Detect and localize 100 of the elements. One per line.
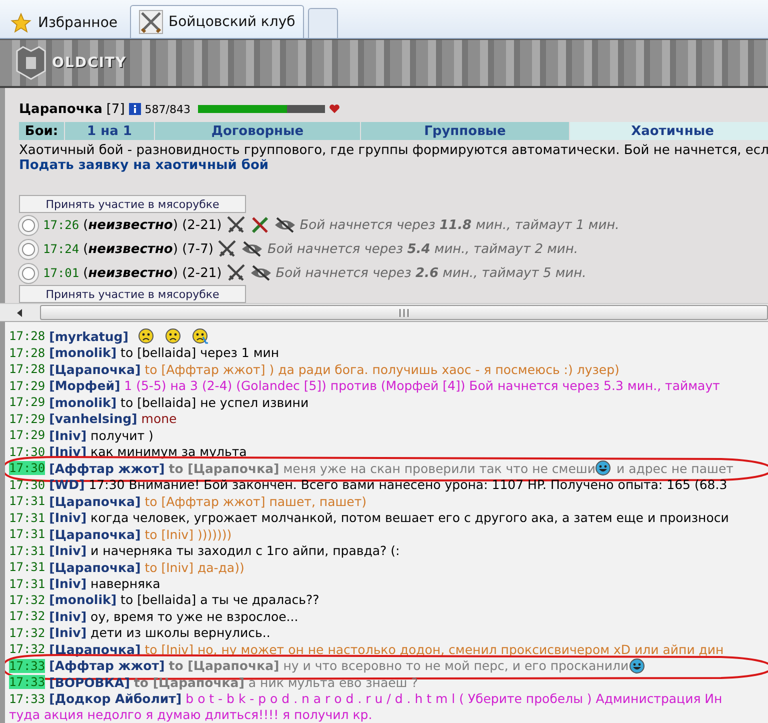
message-text: и начерняка ты заходил с 1го айпи, правда? (: [90, 543, 400, 558]
message-time: 17:32 [9, 609, 46, 624]
message-time: 17:30 [9, 461, 46, 476]
battle-participants: (неизвестно) (7-7) [83, 242, 214, 256]
message-text: да-да)) [197, 560, 244, 575]
nickname[interactable]: [Царапочка] [49, 494, 141, 509]
nickname[interactable]: [Iniv] [49, 428, 87, 443]
message-time: 17:32 [9, 642, 46, 656]
message-text: дети из школы вернулись.. [90, 625, 270, 640]
nickname[interactable]: [monolik] [49, 592, 117, 608]
message-time: 17:30 [9, 444, 46, 459]
nickname[interactable]: [Царапочка] [49, 526, 141, 542]
message-text: получит ) [90, 428, 154, 443]
nickname[interactable]: [Додкор Айболит] [49, 691, 182, 706]
info-icon[interactable] [128, 103, 141, 115]
message-text: to [bellaida] через 1 мин [120, 345, 280, 360]
message-text: туда акция недолго я думаю длиться!!!! я получил кр. [9, 707, 374, 723]
join-button[interactable]: Принять участие в мясорубке [19, 195, 246, 213]
message-text: как минимум за мульта [90, 444, 247, 460]
nickname[interactable]: [monolik] [49, 345, 117, 360]
fights-label: Бои: [19, 122, 65, 140]
message-time: 17:31 [9, 560, 46, 574]
nickname[interactable]: [WD] [49, 477, 85, 492]
horizontal-scrollbar[interactable] [0, 303, 768, 322]
battle-status: Бой начнется через 5.4 мин., таймаут 2 мин. [267, 242, 578, 256]
message-text: меня уже на скан проверили так что не смеши [283, 460, 596, 476]
message-text: 17:30 Внимание! Бой закончен. Всего вами нанесено урона: 1107 HP. Получено опыта: 165 (68.3 [88, 477, 728, 492]
nickname[interactable]: [Морфей] [49, 378, 120, 394]
nickname[interactable]: [Аффтар жжот] [49, 460, 165, 476]
message-time: 17:31 [9, 544, 46, 558]
apply-link[interactable]: Подать заявку на хаотичный бой [19, 158, 269, 173]
message-time: 17:33 [9, 658, 46, 673]
message-time: 17:32 [9, 592, 46, 607]
laughing-face-icon [628, 658, 646, 674]
message-time: 17:31 [9, 494, 46, 508]
fight-tab[interactable]: Хаотичные [570, 122, 768, 140]
nickname[interactable]: [monolik] [49, 394, 117, 410]
message-time: 17:29 [9, 378, 46, 393]
nickname[interactable]: [Царапочка] [49, 642, 141, 657]
battle-time: 17:26 [43, 218, 80, 232]
crossed-swords-icon [217, 239, 238, 259]
nickname[interactable]: [Царапочка] [49, 362, 141, 377]
battle-time: 17:24 [43, 242, 80, 256]
nickname[interactable]: [Царапочка] [49, 560, 141, 575]
message-text: 1 (5-5) на 3 (2-4) (Golandec [5]) против (Морфей [4]) Бой начнется через 5.3 мин., таймаут [124, 378, 720, 394]
browser-tab[interactable]: Бойцовский клуб [130, 5, 304, 38]
message-time: 17:33 [9, 675, 46, 690]
star-icon [10, 12, 32, 34]
masked-eye-icon [274, 215, 296, 235]
battle-time: 17:01 [43, 266, 80, 280]
message-text: а ник мульта ево знаеш ? [248, 674, 418, 690]
crossed-swords-icon [138, 10, 163, 34]
new-tab-button[interactable] [308, 8, 338, 38]
message-text: оу, время то уже не взрослое... [90, 608, 298, 624]
message-text: ))))))) [197, 526, 232, 542]
nickname[interactable]: [Iniv] [49, 444, 87, 460]
masked-eye-icon [241, 239, 264, 259]
nickname[interactable]: [Iniv] [49, 608, 87, 624]
hp-text: 587/843 [144, 102, 190, 116]
crossed-out-sword-icon [250, 215, 270, 235]
message-time: 17:30 [9, 478, 46, 492]
crying-face-icon [192, 328, 210, 344]
message-text: ) да ради бога. получишь хаос - я посмеюсь :) лузер) [269, 362, 620, 377]
browser-tab[interactable]: Избранное [2, 8, 126, 38]
battle-participants: (неизвестно) (2-21) [83, 218, 222, 232]
sad-face-icon [165, 328, 182, 344]
message-text: b o t - b k - p o d . n a r o d . r u / d . h t m l ( Уберите пробелы ) Администрация Ин [186, 691, 722, 706]
player-level: [7] [106, 102, 125, 116]
message-time: 17:28 [9, 329, 46, 344]
battle-participants: (неизвестно) (2-21) [83, 266, 222, 280]
nickname[interactable]: [Iniv] [49, 625, 87, 640]
fight-tab[interactable]: 1 на 1 [65, 122, 155, 140]
recipient[interactable]: to [Царапочка] [168, 658, 280, 674]
message-time: 17:31 [9, 510, 46, 525]
laughing-face-icon [595, 460, 612, 476]
message-time: 17:28 [9, 346, 46, 360]
message-time: 17:29 [9, 428, 46, 442]
recipient[interactable]: to [Царапочка] [168, 460, 280, 476]
crossed-swords-icon [226, 215, 246, 235]
fight-tab[interactable]: Групповые [361, 122, 570, 140]
masked-eye-icon [250, 263, 272, 283]
fight-tab[interactable]: Договорные [155, 122, 361, 140]
message-time: 17:31 [9, 527, 46, 542]
nickname[interactable]: [vanhelsing] [49, 411, 138, 426]
message-text: mone [141, 411, 177, 426]
message-text: to [bellaida] не успел извини [120, 394, 309, 410]
battle-status: Бой начнется через 11.8 мин., таймаут 1 мин. [300, 218, 620, 232]
logo-text: OLDCITY [52, 55, 127, 71]
message-text: наверняка [90, 576, 160, 591]
message-text: to [bellaida] а ты че дралась?? [120, 592, 320, 608]
message-time: 17:29 [9, 395, 46, 410]
nickname[interactable]: [myrkatug] [49, 328, 128, 344]
nickname[interactable]: [Iniv] [49, 543, 87, 558]
player-name: Царапочка [19, 102, 102, 116]
join-button[interactable]: Принять участие в мясорубке [19, 285, 246, 303]
nickname[interactable]: [Аффтар жжот] [49, 658, 165, 674]
message-text: когда человек, угрожает молчанкой, потом вешает его с другого ака, а затем еще и произноси [90, 510, 729, 526]
message-text: ну и что всеровно то не мой перс, и его просканили [283, 658, 629, 674]
nickname[interactable]: [Iniv] [49, 510, 87, 526]
nickname[interactable]: [Iniv] [49, 576, 87, 591]
